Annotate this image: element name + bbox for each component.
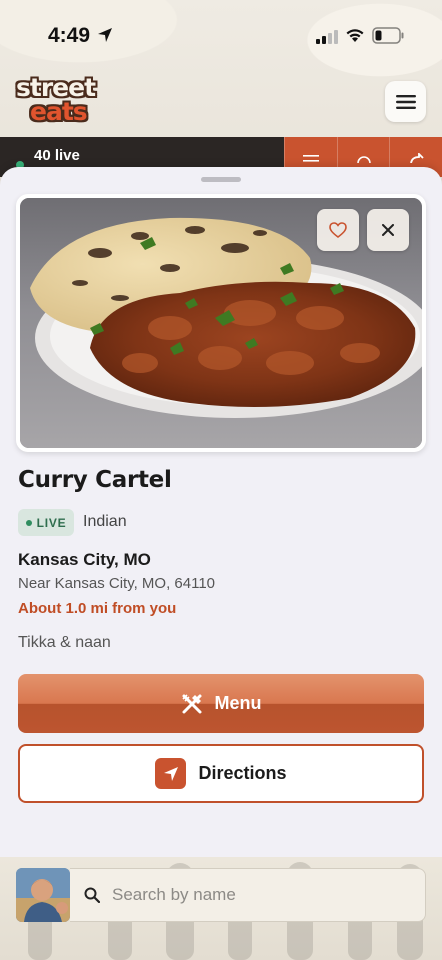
wifi-icon <box>346 29 364 42</box>
bottom-search-bar: Search by name <box>0 857 442 960</box>
truck-description: Tikka & naan <box>18 634 111 651</box>
live-count[interactable]: 40 live <box>34 147 80 164</box>
avatar[interactable] <box>16 868 70 922</box>
truck-detail-sheet: Curry Cartel LIVE Indian Kansas City, MO… <box>0 167 442 857</box>
locate-icon <box>356 156 371 163</box>
truck-photo-card <box>16 194 426 452</box>
search-icon <box>84 887 100 903</box>
cuisine-label: Indian <box>83 513 127 530</box>
truck-address: Near Kansas City, MO, 64110 <box>18 575 216 592</box>
hamburger-icon <box>395 94 416 109</box>
directions-button-label: Directions <box>198 763 287 783</box>
close-icon <box>382 224 394 236</box>
user-photo <box>16 868 70 922</box>
menu-button[interactable]: Menu <box>18 674 424 733</box>
truck-city: Kansas City, MO <box>18 550 151 569</box>
fork-knife-icon <box>181 693 201 713</box>
sliders-icon <box>302 155 319 162</box>
share-icon <box>410 153 424 163</box>
curry-dish-image <box>20 198 422 448</box>
hamburger-menu-button[interactable] <box>385 81 426 122</box>
cellular-signal-icon <box>316 30 338 44</box>
directions-icon-box <box>155 758 187 789</box>
truck-distance: About 1.0 mi from you <box>18 600 177 617</box>
directions-button[interactable]: Directions <box>18 744 424 803</box>
street-eats-logo[interactable]: street eats <box>16 75 112 126</box>
favorite-button[interactable] <box>317 209 359 251</box>
heart-icon <box>329 222 347 238</box>
battery-icon <box>372 27 404 44</box>
live-status-badge: LIVE <box>18 509 74 536</box>
sheet-grabber[interactable] <box>201 177 241 182</box>
truck-name: Curry Cartel <box>18 467 172 493</box>
live-badge-label: LIVE <box>36 515 67 530</box>
search-field[interactable]: Search by name <box>70 868 426 922</box>
logo-line-eats: eats <box>30 97 88 126</box>
search-input[interactable]: Search by name <box>112 885 236 905</box>
menu-button-label: Menu <box>214 693 262 713</box>
navigation-arrow-icon <box>163 766 178 781</box>
status-bar: 4:49 <box>0 0 442 70</box>
live-dot <box>25 519 32 526</box>
location-arrow-icon <box>98 28 112 42</box>
status-time: 4:49 <box>48 24 91 47</box>
truck-photo <box>20 198 422 448</box>
close-button[interactable] <box>367 209 409 251</box>
